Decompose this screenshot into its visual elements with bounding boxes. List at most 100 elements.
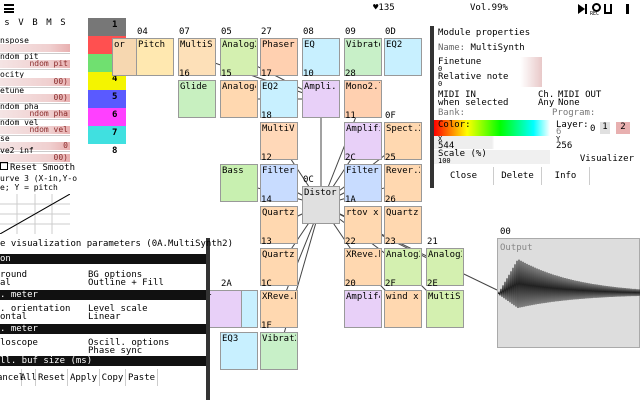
synth-module[interactable]: 04 Pitch r [136, 27, 174, 76]
vis-option-value[interactable]: Linear [88, 312, 121, 322]
module-name: Vibrat2 [262, 334, 296, 344]
output-module[interactable]: 00 Output [497, 227, 640, 348]
scale-slider[interactable]: Scale (%) 100 [434, 149, 550, 165]
synth-module[interactable]: 10 Ampli.r [302, 69, 340, 118]
options-icon[interactable] [626, 4, 629, 14]
menu-icon[interactable] [4, 4, 14, 13]
synth-module[interactable]: 1EEQ3 [220, 321, 258, 370]
module-name: wind x [386, 292, 419, 302]
layer-value-1[interactable]: 0 [590, 124, 595, 134]
tab-b[interactable]: B [28, 18, 42, 30]
layer-cell[interactable]: 8 [88, 144, 126, 162]
name-value[interactable]: MultiSynth [471, 43, 525, 53]
vis-buttons: ancelAllResetApplyCopyPaste [0, 369, 206, 386]
vis-option-label[interactable]: on [0, 254, 206, 264]
play-icon[interactable] [578, 4, 585, 14]
vis-button[interactable]: Paste [126, 369, 158, 386]
vis-option-value[interactable]: Outline + Fill [88, 278, 164, 288]
synth-module[interactable]: 20 Amplif4 [344, 279, 382, 328]
synth-module[interactable]: 1F Vibrat2 [260, 321, 298, 370]
vis-button[interactable]: Apply [68, 369, 100, 386]
metronome-icon[interactable] [604, 4, 612, 14]
instrument-params-panel: s V B M S nspose ndom pit ndom pit ocity 00)… [0, 18, 77, 234]
vis-option-label[interactable]: . meter [0, 324, 206, 334]
module-name: rtov x [346, 208, 379, 218]
vis-option-label[interactable]: ll. buf size (ms) [0, 356, 206, 366]
output-id: 00 [500, 227, 511, 237]
module-id: 2F [385, 279, 396, 289]
layer-cell[interactable]: 5 [88, 90, 126, 108]
reset-smooth-label: Reset Smooth [10, 163, 76, 173]
synth-module[interactable]: 16 Glide [178, 69, 216, 118]
module-id: 07 [179, 27, 190, 37]
vis-option-label[interactable]: loscope [0, 338, 38, 348]
module-name: Phaser [262, 40, 295, 50]
module-name: Glide [180, 82, 208, 92]
vis-option-label[interactable]: al [0, 278, 11, 288]
synth-module[interactable]: 0D EQ2 [384, 27, 422, 76]
module-name: Distor.n [304, 188, 338, 198]
reset-smooth-row[interactable]: Reset Smooth [0, 162, 75, 173]
param-bar [0, 44, 70, 52]
synth-module[interactable]: 2E MultiS.4 [426, 279, 464, 328]
layer-cell[interactable]: 7 [88, 126, 126, 144]
module-name: MultiS.4 [428, 292, 462, 302]
bank-label[interactable]: Bank: [438, 108, 465, 118]
param-bar: ndom pha [0, 109, 70, 118]
param-value: ndom vel [29, 125, 68, 134]
layer-value-2[interactable]: 1 [600, 122, 610, 134]
synth-module[interactable]: 2F wind x [384, 279, 422, 328]
info-button[interactable]: Info [542, 167, 590, 185]
vis-option-label[interactable]: ontal [0, 312, 27, 322]
color-picker[interactable]: Color: [434, 120, 550, 136]
layer-number: 5 [112, 92, 118, 102]
param-value: 00) [53, 77, 68, 86]
program-label[interactable]: Program: [552, 108, 595, 118]
vis-button[interactable]: Copy [100, 369, 126, 386]
synth-module[interactable]: 0C Distor.n [302, 175, 340, 224]
module-id: 2A [221, 279, 232, 289]
vis-button[interactable]: All [20, 369, 37, 386]
module-name: EQ2 [262, 82, 279, 92]
color-label: Color: [438, 120, 471, 130]
x-slider[interactable]: X 544 [434, 135, 550, 151]
midi-out-value[interactable]: None [558, 98, 580, 108]
visualizer-button[interactable]: Visualizer [552, 150, 640, 168]
layer-selector[interactable]: Layer: 6 0 1 2 [552, 120, 640, 137]
tab-s[interactable]: s [0, 18, 14, 30]
module-id: 04 [137, 27, 148, 37]
volume-indicator[interactable]: Vol.99% [470, 3, 508, 13]
param-bar: 00) [0, 153, 70, 162]
param-bar: ndom pit [0, 59, 70, 68]
finetune-slider[interactable]: Finetune 0 [434, 57, 542, 73]
props-name-row: Name: MultiSynth [438, 43, 525, 53]
y-slider[interactable]: Y 256 [552, 135, 640, 151]
ch-value[interactable]: Any [538, 98, 554, 108]
param-row[interactable]: ndom pit ndom pit [0, 52, 70, 70]
module-id: 0D [385, 27, 396, 37]
module-id: 11 [345, 111, 356, 121]
vis-option-label[interactable]: . meter [0, 290, 206, 300]
module-id: 15 [221, 69, 232, 79]
tab-m[interactable]: M [42, 18, 56, 30]
vis-option-value[interactable]: Phase sync [88, 346, 142, 356]
module-id: 09 [345, 27, 356, 37]
delete-button[interactable]: Delete [494, 167, 542, 185]
module-id: 1F [261, 321, 272, 331]
midi-in-value[interactable]: when selected [438, 98, 508, 108]
layer-cell[interactable]: 1 [88, 18, 126, 36]
tab-v[interactable]: V [14, 18, 28, 30]
layer-value-3[interactable]: 2 [616, 122, 630, 134]
tab-s2[interactable]: S [56, 18, 70, 30]
module-name: r [206, 292, 240, 302]
relative-note-slider[interactable]: Relative note 0 [434, 72, 542, 88]
synth-module[interactable]: Bass [220, 164, 258, 202]
module-name: Rever.2 [386, 166, 420, 176]
synth-module[interactable]: 15 Analog4 [220, 69, 258, 118]
layer-cell[interactable]: 6 [88, 108, 126, 126]
layer-number: 7 [112, 128, 118, 138]
vis-button[interactable]: ancel [0, 369, 24, 386]
vis-button[interactable]: Reset [36, 369, 68, 386]
close-button[interactable]: Close [434, 167, 494, 185]
curve-editor[interactable] [0, 194, 70, 234]
